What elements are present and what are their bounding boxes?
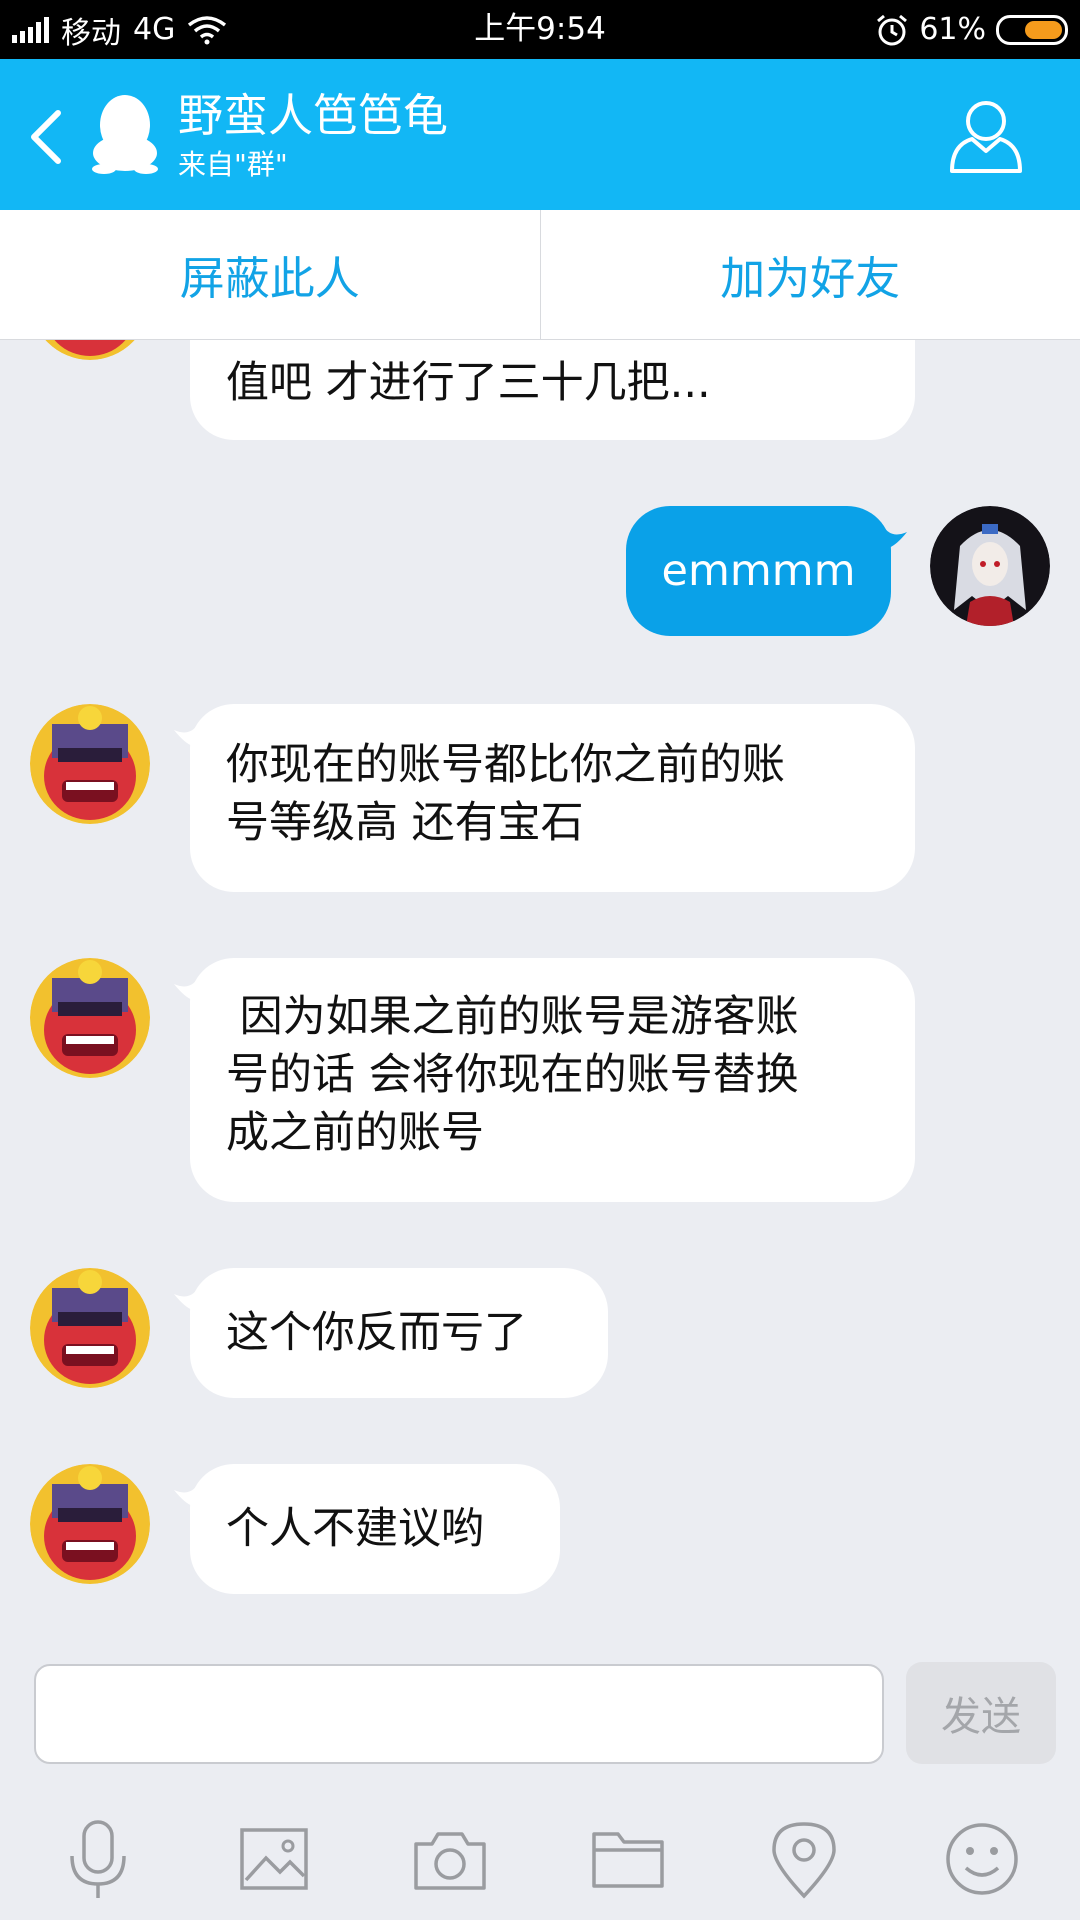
folder-icon[interactable] xyxy=(588,1818,668,1900)
bubble-tail xyxy=(174,1480,200,1506)
message-text-line: 因为如果之前的账号是游客账 xyxy=(226,992,799,1042)
message-bubble-sent[interactable]: emmmm xyxy=(626,506,907,636)
chat-title: 野蛮人笆笆龟 xyxy=(178,89,449,142)
block-user-button[interactable]: 屏蔽此人 xyxy=(0,210,540,339)
input-toolbar xyxy=(0,1768,1080,1920)
add-friend-button[interactable]: 加为好友 xyxy=(541,210,1080,339)
battery-fill xyxy=(1025,20,1062,39)
barbarian-avatar-icon xyxy=(30,958,150,1078)
status-bar: 移动 4G 上午9:54 61% xyxy=(0,0,1080,59)
back-icon[interactable] xyxy=(26,109,66,165)
qq-penguin-icon xyxy=(92,95,158,174)
message-text: 个人不建议哟 xyxy=(226,1504,484,1554)
message-text: 这个你反而亏了 xyxy=(226,1308,527,1358)
image-icon[interactable] xyxy=(234,1818,314,1900)
bubble-tail xyxy=(174,974,200,1000)
microphone-icon[interactable] xyxy=(58,1818,138,1900)
alarm-icon xyxy=(877,14,908,45)
barbarian-avatar-icon xyxy=(30,1268,150,1388)
sender-avatar[interactable] xyxy=(30,704,150,824)
anime-avatar-icon xyxy=(930,506,1050,626)
sender-avatar[interactable] xyxy=(30,1268,150,1388)
camera-icon[interactable] xyxy=(410,1818,490,1900)
bubble-tail xyxy=(174,720,200,746)
bubble-tail xyxy=(881,522,907,548)
message-text: 值吧 才进行了三十几把... xyxy=(226,358,711,408)
message-input[interactable] xyxy=(34,1664,884,1764)
barbarian-avatar-icon xyxy=(30,1464,150,1584)
send-button[interactable]: 发送 xyxy=(906,1662,1056,1764)
message-bubble[interactable]: 这个你反而亏了 xyxy=(174,1268,608,1398)
bubble-tail xyxy=(174,1284,200,1310)
input-row: 发送 xyxy=(0,1638,1080,1768)
chat-header: 野蛮人笆笆龟 来自"群" xyxy=(0,59,1080,210)
message-list[interactable]: 值吧 才进行了三十几把... emmmm 你现在的账号都比你之前的账 号等级高 … xyxy=(0,340,1080,1638)
profile-icon[interactable] xyxy=(948,97,1024,175)
message-text-line: 成之前的账号 xyxy=(226,1108,484,1158)
message-text: emmmm xyxy=(661,546,856,596)
message-bubble[interactable]: 个人不建议哟 xyxy=(174,1464,560,1594)
battery-icon xyxy=(996,14,1068,45)
sender-avatar[interactable] xyxy=(30,958,150,1078)
message-text-line: 号等级高 还有宝石 xyxy=(226,798,584,848)
barbarian-avatar-icon xyxy=(30,704,150,824)
message-text-line: 号的话 会将你现在的账号替换 xyxy=(226,1050,799,1100)
chat-subtitle: 来自"群" xyxy=(178,148,288,181)
status-right: 61% xyxy=(875,0,1068,59)
location-icon[interactable] xyxy=(764,1818,844,1900)
message-bubble[interactable]: 值吧 才进行了三十几把... xyxy=(190,340,915,440)
sender-avatar[interactable] xyxy=(30,1464,150,1584)
battery-percent: 61% xyxy=(919,12,986,47)
action-bar: 屏蔽此人 加为好友 xyxy=(0,210,1080,340)
barbarian-avatar-icon xyxy=(45,340,135,360)
emoji-icon[interactable] xyxy=(942,1818,1022,1900)
my-avatar[interactable] xyxy=(930,506,1050,626)
message-text-line: 你现在的账号都比你之前的账 xyxy=(226,740,785,790)
message-bubble[interactable]: 因为如果之前的账号是游客账 号的话 会将你现在的账号替换 成之前的账号 xyxy=(174,958,915,1202)
sender-avatar[interactable] xyxy=(30,340,150,360)
message-bubble[interactable]: 你现在的账号都比你之前的账 号等级高 还有宝石 xyxy=(174,704,915,892)
